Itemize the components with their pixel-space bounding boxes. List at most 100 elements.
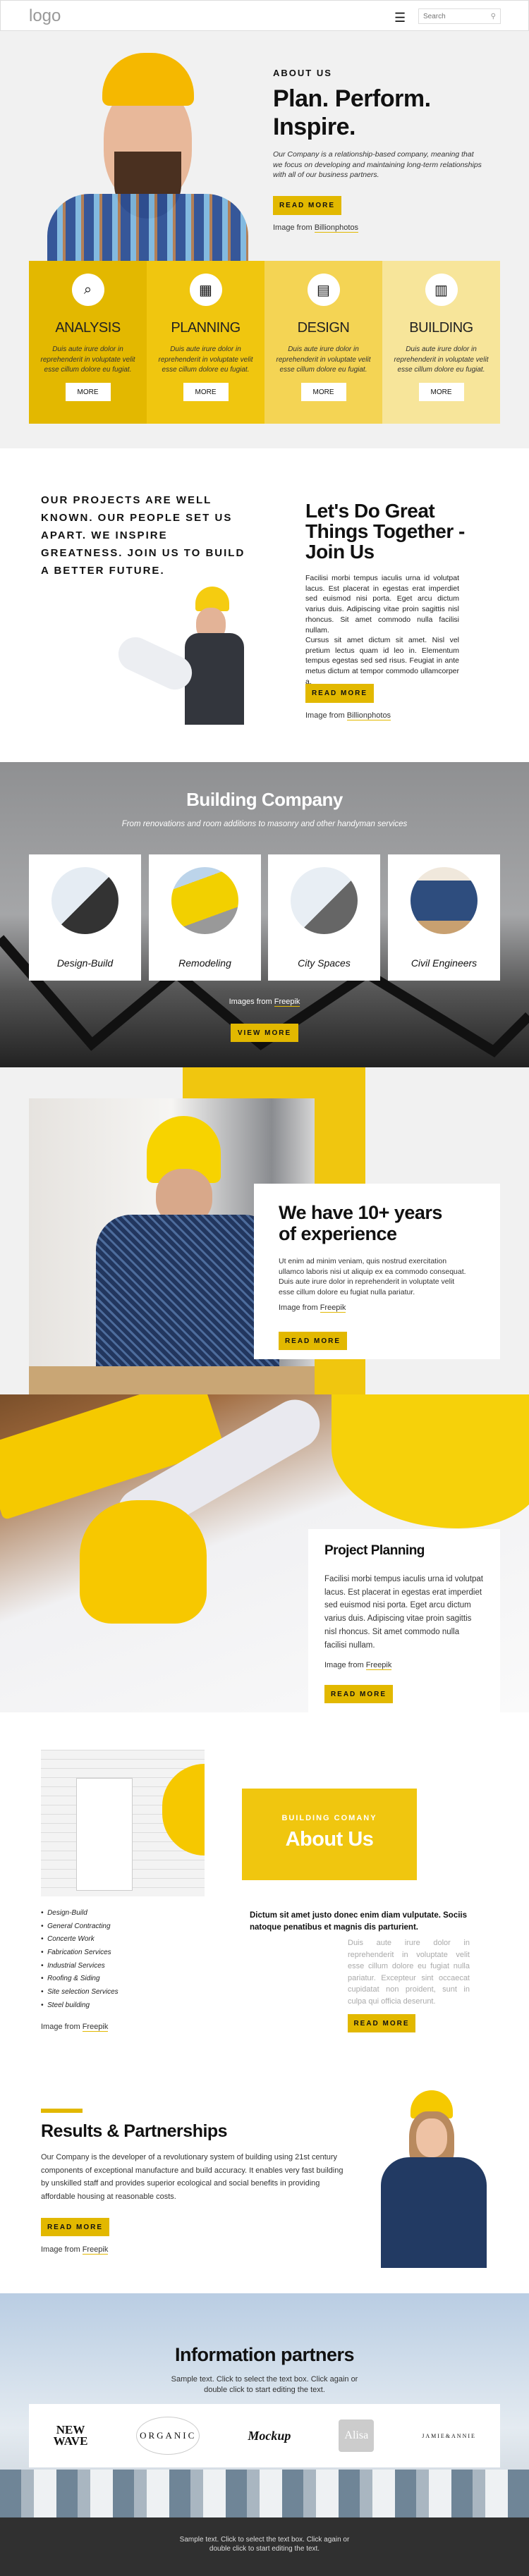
partner-logo[interactable]: NEW WAVE (53, 2424, 88, 2447)
credit-link[interactable]: Billionphotos (314, 223, 359, 233)
partner-logos: NEW WAVE ORGANIC Mockup Alisa JAMIE&ANNIE (29, 2404, 500, 2467)
bullet-icon: • (41, 1975, 48, 1983)
feature-more-button[interactable]: MORE (418, 383, 464, 402)
service-card[interactable]: Civil Engineers (388, 854, 500, 981)
service-list-label: Design-Build (47, 1909, 87, 1917)
results-credit: Image from Freepik (41, 2245, 109, 2255)
service-list-label: Steel building (47, 2001, 90, 2009)
planning-board-icon: ▦ (189, 274, 222, 306)
feature-title: PLANNING (171, 320, 241, 336)
credit-prefix: Images from (229, 998, 274, 1006)
credit-link[interactable]: Freepik (82, 2245, 109, 2255)
service-photo (411, 867, 478, 934)
about-box: BUILDING COMANY About Us (242, 1789, 417, 1880)
service-list-item: • Industrial Services (41, 1962, 118, 1975)
service-photo (51, 867, 118, 934)
credit-link[interactable]: Freepik (365, 1661, 392, 1670)
service-list-label: Concerte Work (47, 1935, 95, 1944)
engineer-photo (113, 587, 248, 725)
experience-section: We have 10+ years of experience Ut enim … (0, 1067, 529, 1394)
credit-prefix: Image from (324, 1661, 366, 1669)
service-list-item: • Steel building (41, 2001, 118, 2015)
service-list-item: • Fabrication Services (41, 1949, 118, 1962)
service-label: City Spaces (298, 957, 351, 969)
join-read-more-button[interactable]: READ MORE (305, 684, 374, 703)
service-list-item: • Site selection Services (41, 1988, 118, 2001)
about-read-more-button[interactable]: READ MORE (348, 2014, 415, 2032)
feature-more-button[interactable]: MORE (65, 383, 111, 402)
credit-link[interactable]: Freepik (274, 998, 300, 1007)
feature-title: ANALYSIS (55, 320, 121, 336)
service-label: Remodeling (178, 957, 231, 969)
partner-logo[interactable]: Mockup (248, 2429, 291, 2443)
experience-read-more-button[interactable]: READ MORE (279, 1332, 347, 1350)
partners-text: Sample text. Click to select the text bo… (171, 2375, 358, 2394)
hamburger-icon[interactable]: ☰ (394, 11, 406, 25)
credit-link[interactable]: Freepik (320, 1304, 346, 1313)
bullet-icon: • (41, 1961, 48, 1970)
services-list: • Design-Build • General Contracting • Con… (41, 1909, 118, 2015)
about-credit: Image from Freepik (41, 2023, 109, 2032)
feature-card-planning: ▦ PLANNING Duis aute irure dolor in repr… (147, 261, 264, 424)
planning-read-more-button[interactable]: READ MORE (324, 1685, 393, 1703)
credit-prefix: Image from (41, 2245, 83, 2254)
join-paragraph-1: Facilisi morbi tempus iaculis urna id vo… (305, 574, 459, 634)
experience-text: Ut enim ad minim veniam, quis nostrud ex… (279, 1257, 466, 1297)
join-credit: Image from Billionphotos (305, 711, 391, 720)
feature-title: DESIGN (297, 320, 350, 336)
service-list-label: Roofing & Siding (47, 1975, 100, 1983)
service-card[interactable]: Remodeling (149, 854, 261, 981)
bullet-icon: • (41, 1988, 48, 1997)
tape-measure-image (80, 1500, 207, 1624)
results-title: Results & Partnerships (41, 2121, 228, 2141)
feature-more-button[interactable]: MORE (300, 383, 346, 402)
credit-prefix: Image from (305, 711, 347, 720)
partners-section: Information partners Sample text. Click … (0, 2293, 529, 2517)
hero-read-more-button[interactable]: READ MORE (273, 196, 341, 215)
join-statement: OUR PROJECTS ARE WELL KNOWN. OUR PEOPLE … (41, 494, 245, 577)
worker-photo (40, 53, 253, 261)
service-card[interactable]: City Spaces (268, 854, 380, 981)
service-list-label: Fabrication Services (47, 1949, 111, 1957)
results-read-more-button[interactable]: READ MORE (41, 2218, 109, 2236)
bullet-icon: • (41, 1922, 48, 1930)
search-icon[interactable]: ⚲ (491, 13, 496, 20)
about-title: About Us (285, 1828, 374, 1851)
building-company-section: Building Company From renovations and ro… (0, 762, 529, 1067)
service-card[interactable]: Design-Build (29, 854, 141, 981)
bullet-icon: • (41, 2001, 48, 2009)
feature-title: BUILDING (409, 320, 473, 336)
partners-title: Information partners (174, 2344, 355, 2365)
blueprint-icon: ▤ (307, 274, 340, 306)
credit-link[interactable]: Billionphotos (346, 711, 391, 720)
join-section: OUR PROJECTS ARE WELL KNOWN. OUR PEOPLE … (0, 448, 529, 762)
building-title: Building Company (186, 789, 343, 810)
feature-more-button[interactable]: MORE (183, 383, 229, 402)
partner-logo[interactable]: Alisa (339, 2419, 375, 2452)
service-list-item: • Roofing & Siding (41, 1975, 118, 1988)
site-header: logo ☰ ⚲ (0, 0, 529, 31)
hero-title-line2: Inspire. (273, 114, 355, 140)
partner-logo[interactable]: JAMIE&ANNIE (422, 2433, 476, 2439)
feature-card-design: ▤ DESIGN Duis aute irure dolor in repreh… (264, 261, 382, 424)
service-photo (171, 867, 238, 934)
analysis-icon: ⌕ (71, 274, 104, 306)
service-list-item: • Design-Build (41, 1909, 118, 1922)
hero-title: Plan. Perform. Inspire. (273, 85, 431, 141)
results-section: Results & Partnerships Our Company is th… (0, 2059, 529, 2293)
planning-text: Facilisi morbi tempus iaculis urna id vo… (324, 1575, 483, 1650)
search-input[interactable] (423, 12, 487, 20)
feature-card-building: ▥ BUILDING Duis aute irure dolor in repr… (382, 261, 500, 424)
credit-link[interactable]: Freepik (82, 2023, 109, 2032)
logo[interactable]: logo (29, 6, 61, 26)
credit-prefix: Image from (279, 1304, 320, 1312)
view-more-button[interactable]: VIEW MORE (231, 1024, 298, 1042)
city-skyline-image (0, 2470, 529, 2517)
hero-section: ABOUT US Plan. Perform. Inspire. Our Com… (0, 31, 529, 448)
bullet-icon: • (41, 1935, 48, 1944)
footer: Sample text. Click to select the text bo… (0, 2517, 529, 2576)
planning-title: Project Planning (324, 1543, 425, 1558)
planning-credit: Image from Freepik (324, 1661, 392, 1670)
join-paragraph-2: Cursus sit amet dictum sit amet. Nisl ve… (305, 636, 459, 686)
partner-logo[interactable]: ORGANIC (136, 2417, 200, 2455)
